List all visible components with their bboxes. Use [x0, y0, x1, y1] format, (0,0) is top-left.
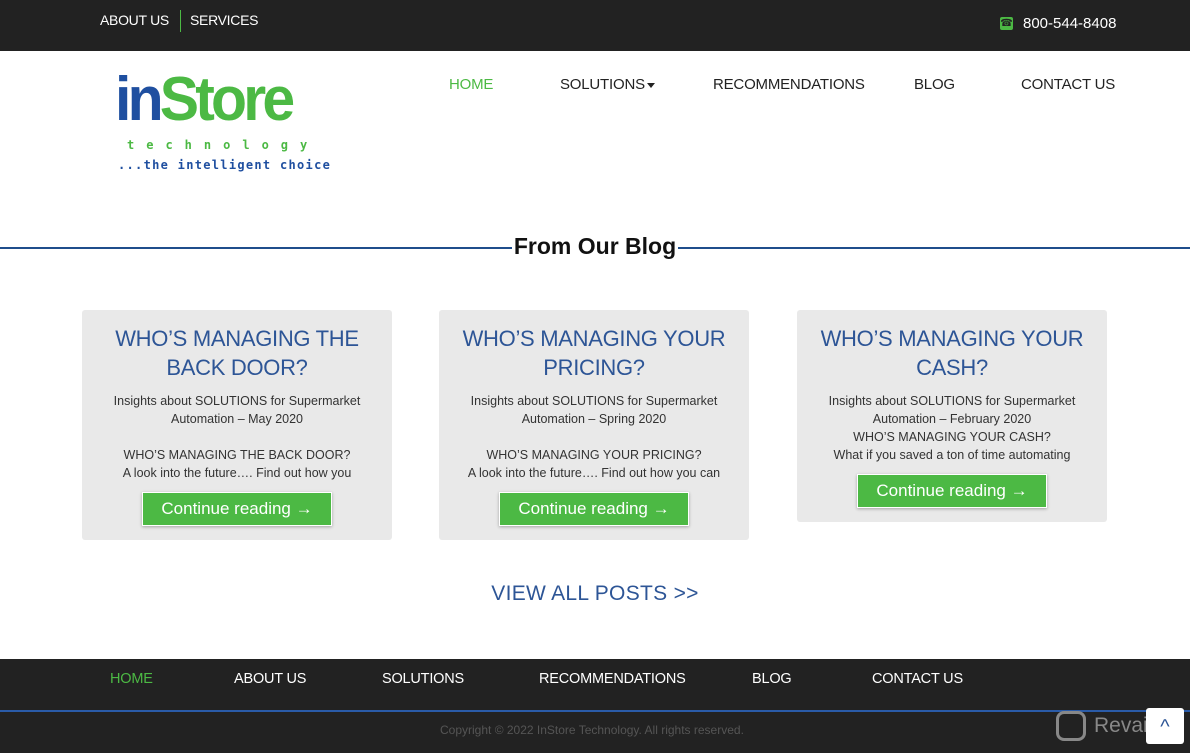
- logo-tagline: ...the intelligent choice: [118, 158, 332, 172]
- top-link-services[interactable]: SERVICES: [190, 12, 258, 28]
- logo-store: Store: [159, 65, 295, 134]
- footer-nav-about-us[interactable]: ABOUT US: [234, 671, 306, 687]
- divider: [180, 10, 181, 32]
- footer-nav-home[interactable]: HOME: [110, 671, 153, 687]
- phone-icon: ☎: [1000, 17, 1013, 30]
- footer-nav-blog[interactable]: BLOG: [752, 671, 792, 687]
- phone-number: 800-544-8408: [1023, 15, 1117, 32]
- caret-down-icon: [646, 82, 655, 88]
- section-title: From Our Blog: [513, 233, 677, 259]
- post-meta: Insights about SOLUTIONS for Supermarket…: [828, 394, 1076, 462]
- blog-card: WHO’S MANAGING YOUR PRICING? Insights ab…: [439, 310, 749, 540]
- post-excerpt: WHO’S MANAGING YOUR PRICING? A look into …: [467, 448, 721, 480]
- phone-link[interactable]: ☎ 800-544-8408: [1000, 15, 1116, 32]
- copyright: Copyright © 2022 InStore Technology. All…: [440, 723, 744, 737]
- view-all-posts-link[interactable]: VIEW ALL POSTS >>: [0, 582, 1190, 606]
- footer: HOME ABOUT US SOLUTIONS RECOMMENDATIONS …: [0, 659, 1190, 753]
- watermark: Revain: [1056, 711, 1159, 741]
- revain-logo-icon: [1056, 711, 1086, 741]
- top-bar: ABOUT US SERVICES ☎ 800-544-8408: [0, 0, 1190, 51]
- logo[interactable]: inStore technology ...the intelligent ch…: [115, 65, 350, 177]
- post-title[interactable]: WHO’S MANAGING YOUR PRICING?: [457, 324, 731, 382]
- divider: [0, 710, 1190, 712]
- nav-home[interactable]: HOME: [449, 76, 493, 93]
- top-link-about-us[interactable]: ABOUT US: [100, 12, 169, 28]
- blog-card: WHO’S MANAGING YOUR CASH? Insights about…: [797, 310, 1107, 522]
- scroll-to-top-button[interactable]: ^: [1146, 708, 1184, 744]
- footer-nav-contact-us[interactable]: CONTACT US: [872, 671, 963, 687]
- nav-blog[interactable]: BLOG: [914, 76, 955, 93]
- post-meta: Insights about SOLUTIONS for Supermarket…: [113, 394, 361, 426]
- continue-reading-button[interactable]: Continue reading →: [142, 492, 332, 526]
- footer-nav-solutions[interactable]: SOLUTIONS: [382, 671, 464, 687]
- footer-nav-recommendations[interactable]: RECOMMENDATIONS: [539, 671, 686, 687]
- nav-recommendations[interactable]: RECOMMENDATIONS: [713, 76, 865, 93]
- post-meta: Insights about SOLUTIONS for Supermarket…: [470, 394, 718, 426]
- nav-solutions-label: SOLUTIONS: [560, 76, 645, 93]
- nav-solutions[interactable]: SOLUTIONS: [560, 76, 655, 93]
- continue-reading-button[interactable]: Continue reading →: [499, 492, 689, 526]
- post-title[interactable]: WHO’S MANAGING YOUR CASH?: [815, 324, 1089, 382]
- blog-card: WHO’S MANAGING THE BACK DOOR? Insights a…: [82, 310, 392, 540]
- post-title[interactable]: WHO’S MANAGING THE BACK DOOR?: [100, 324, 374, 382]
- continue-reading-button[interactable]: Continue reading →: [857, 474, 1047, 508]
- post-excerpt: WHO’S MANAGING THE BACK DOOR? A look into…: [122, 448, 352, 480]
- nav-contact-us[interactable]: CONTACT US: [1021, 76, 1115, 93]
- logo-in: in: [115, 65, 164, 134]
- logo-sub: technology: [127, 138, 320, 152]
